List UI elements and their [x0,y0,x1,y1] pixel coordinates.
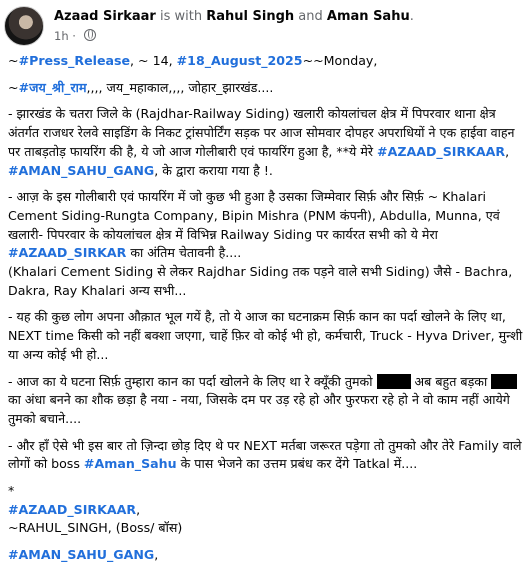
text-fragment: ~~Monday, [302,53,378,68]
text-fragment: , [136,501,141,517]
and-text: and [298,9,323,24]
public-globe-icon[interactable] [83,29,96,41]
hashtag-jai-shri-ram[interactable]: #जय_श्री_राम [19,80,87,95]
author-line: Azaad Sirkaar is with Rahul Singh and Am… [54,9,414,24]
tagged-person-rahul-link[interactable]: Rahul Singh [206,9,294,24]
text-fragment: , ~ 14, [130,53,177,68]
hashtag-aman-sahu-gang[interactable]: #AMAN_SAHU_GANG [8,163,154,178]
author-name-link[interactable]: Azaad Sirkaar [54,9,156,24]
text-fragment: , के द्वारा कराया गया है !. [154,162,273,178]
text-fragment: ~ [8,79,19,95]
post-star: * [8,483,15,499]
hashtag-azaad-sirkar[interactable]: #AZAAD_SIRKAR [8,245,126,260]
author-avatar[interactable] [4,6,44,46]
redaction-block [376,373,411,389]
signature-line-3: #AMAN_SAHU_GANG, [8,546,526,565]
text-fragment: - आज का ये घटना सिर्फ़ तुम्हारा कान का प… [8,373,377,389]
post-paragraph-2: - आज़ के इस गोलीबारी एवं फायरिंग में जो … [8,188,526,263]
is-with-text: is with [159,9,203,24]
text-fragment: के पास भेजने का उत्तम प्रबंध कर देंगे Ta… [176,456,418,472]
text-fragment: , [505,143,510,159]
author-line-dot: . [409,9,414,24]
text-fragment: , [154,547,159,563]
post-paragraph-4: - यह की कुछ लोग अपना औक़ात भूल गयें है, … [8,309,523,362]
post-paragraph-5: - आज का ये घटना सिर्फ़ तुम्हारा कान का प… [8,373,526,429]
hashtag-aman-sahu-gang-signature[interactable]: #AMAN_SAHU_GANG [8,547,154,562]
post-paragraph-1: - झारखंड के चतरा जिले के (Rajdhar-Railwa… [8,105,526,180]
text-fragment: का अंतिम चेतावनी है.... [126,245,242,261]
signature-line-1: #AZAAD_SIRKAAR, [8,501,526,520]
text-fragment: अब बहुत बड़का [410,373,492,389]
text-fragment: - आज़ के इस गोलीबारी एवं फायरिंग में जो … [8,189,500,242]
post-meta: 1h · [54,29,96,43]
redaction-block [491,373,518,389]
facebook-post: Azaad Sirkaar is with Rahul Singh and Am… [0,0,531,562]
post-paragraph-6: - और हाँ ऐसे भी इस बार तो ज़िन्दा छोड़ द… [8,437,526,474]
post-body: ~#Press_Release, ~ 14, #18_August_2025~~… [8,52,526,565]
tagged-person-aman-link[interactable]: Aman Sahu [327,9,410,24]
hashtag-azaad-sirkaar[interactable]: #AZAAD_SIRKAAR [377,144,505,159]
text-fragment: ,,,, जय_महाकाल,,,, जोहार_झारखंड.... [86,79,274,95]
signature-line-2: ~RAHUL_SINGH, (Boss/ बॉस) [8,520,183,536]
text-fragment: ~ [8,53,19,68]
post-line-greeting: ~#जय_श्री_राम,,,, जय_महाकाल,,,, जोहार_झा… [8,79,526,98]
meta-separator: · [72,29,76,43]
post-time-link[interactable]: 1h [54,29,69,43]
post-line-press-release: ~#Press_Release, ~ 14, #18_August_2025~~… [8,52,526,71]
hashtag-aman-sahu[interactable]: #Aman_Sahu [84,456,177,471]
hashtag-press-release[interactable]: #Press_Release [19,53,130,68]
hashtag-date[interactable]: #18_August_2025 [177,53,303,68]
post-paragraph-3: (Khalari Cement Siding से लेकर Rajdhar S… [8,264,513,298]
text-fragment: का अंधा बनने का शौक छड़ा है नया - नया, ज… [8,392,510,426]
hashtag-azaad-sirkaar-signature[interactable]: #AZAAD_SIRKAAR [8,502,136,517]
